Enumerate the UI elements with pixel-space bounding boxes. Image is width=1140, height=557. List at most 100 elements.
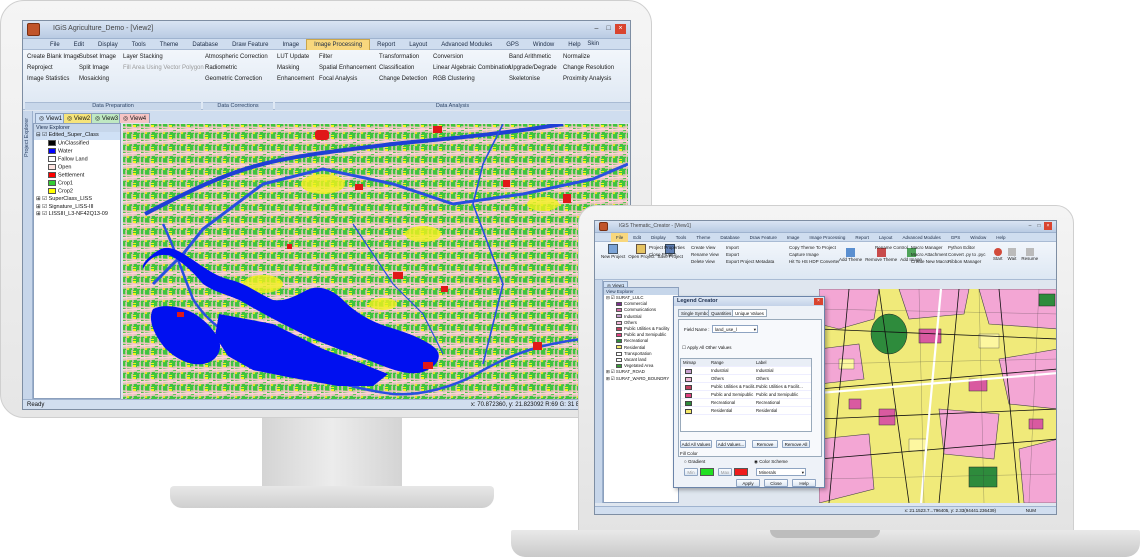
subset-image-button[interactable]: Subset Image bbox=[79, 52, 116, 63]
laptop-menu-tools[interactable]: Tools bbox=[671, 233, 692, 242]
resume-button[interactable]: Resume bbox=[1021, 248, 1038, 262]
min-color-swatch[interactable] bbox=[700, 468, 714, 476]
row-color-swatch[interactable] bbox=[685, 392, 692, 398]
layer-stacking-button[interactable]: Layer Stacking bbox=[123, 52, 204, 63]
tab-view3[interactable]: ◎ View3 bbox=[91, 113, 123, 123]
row-color-swatch[interactable] bbox=[685, 384, 692, 390]
max-color-swatch[interactable] bbox=[734, 468, 748, 476]
convert-py-button[interactable]: Convert .py to .pyc bbox=[948, 251, 986, 258]
hdp-converter-button[interactable]: Hit To HS HDP Converter bbox=[789, 258, 840, 265]
row-color-swatch[interactable] bbox=[685, 368, 692, 374]
layer-item[interactable]: ⊞ ☑ LISSIII_L3-NF42Q13-09 bbox=[34, 211, 120, 219]
delete-view-button[interactable]: Delete View bbox=[691, 258, 719, 265]
app-logo-icon[interactable] bbox=[27, 23, 40, 36]
close-icon[interactable]: × bbox=[615, 24, 626, 34]
classified-map-canvas[interactable] bbox=[123, 124, 628, 399]
laptop-menu-advanced-modules[interactable]: Advanced Modules bbox=[897, 233, 945, 242]
laptop-menu-image-processing[interactable]: Image Processing bbox=[804, 233, 850, 242]
maximize-icon[interactable]: □ bbox=[603, 24, 614, 34]
laptop-project-strip[interactable] bbox=[595, 280, 603, 503]
laptop-expand-icon[interactable]: ⊞ ☑ bbox=[606, 369, 616, 374]
macro-manager-button[interactable]: Macro Manager bbox=[911, 244, 949, 251]
add-all-values-button[interactable]: Add All Values bbox=[680, 440, 712, 448]
spatial-enhancement-button[interactable]: Spatial Enhancement bbox=[319, 63, 376, 74]
laptop-menu-layout[interactable]: Layout bbox=[874, 233, 898, 242]
rename-view-button[interactable]: Rename View bbox=[691, 251, 719, 258]
land-use-map-canvas[interactable] bbox=[819, 289, 1056, 503]
laptop-menu-draw-feature[interactable]: Draw Feature bbox=[745, 233, 782, 242]
enhancement-button[interactable]: Enhancement bbox=[277, 74, 314, 85]
laptop-menu-theme[interactable]: Theme bbox=[691, 233, 715, 242]
python-editor-button[interactable]: Python Editor bbox=[948, 244, 986, 251]
image-statistics-button[interactable]: Image Statistics bbox=[27, 74, 80, 85]
laptop-maximize-icon[interactable]: □ bbox=[1035, 222, 1043, 230]
geometric-correction-button[interactable]: Geometric Correction bbox=[205, 74, 268, 85]
min-button[interactable]: Min bbox=[684, 468, 698, 476]
close-project-button[interactable]: Close Project bbox=[649, 251, 685, 258]
filter-button[interactable]: Filter bbox=[319, 52, 376, 63]
remove-all-button[interactable]: Remove All bbox=[782, 440, 810, 448]
capture-image-button[interactable]: Capture Image bbox=[789, 251, 840, 258]
skin-label[interactable]: Skin bbox=[580, 39, 606, 50]
reproject-button[interactable]: Reproject bbox=[27, 63, 80, 74]
create-view-button[interactable]: Create View bbox=[691, 244, 719, 251]
minimize-icon[interactable]: – bbox=[591, 24, 602, 34]
lut-update-button[interactable]: LUT Update bbox=[277, 52, 314, 63]
laptop-menu-display[interactable]: Display bbox=[646, 233, 671, 242]
layer-item[interactable]: Settlement bbox=[34, 171, 120, 180]
export-metadata-button[interactable]: Export Project Metadata bbox=[726, 258, 774, 265]
laptop-menu-database[interactable]: Database bbox=[715, 233, 744, 242]
create-blank-image-button[interactable]: Create Blank Image bbox=[27, 52, 80, 63]
table-row[interactable]: Recreational Recreational bbox=[681, 399, 811, 407]
table-row[interactable]: Residential Residential bbox=[681, 407, 811, 415]
layer-item[interactable]: Water bbox=[34, 147, 120, 156]
normalize-button[interactable]: Normalize bbox=[563, 52, 614, 63]
layer-item[interactable]: Open bbox=[34, 163, 120, 172]
new-project-button[interactable]: New Project bbox=[601, 244, 625, 260]
gradient-radio[interactable]: ○ Gradient bbox=[684, 459, 705, 464]
tab-view1[interactable]: ◎ View1 bbox=[35, 113, 67, 123]
start-button[interactable]: Start bbox=[993, 248, 1003, 262]
tab-unique-values[interactable]: Unique Values bbox=[732, 309, 767, 317]
fill-area-button[interactable]: Fill Area Using Vector Polygon bbox=[123, 63, 204, 74]
upgrade-degrade-button[interactable]: Upgrade/Degrade bbox=[509, 63, 557, 74]
create-macro-button[interactable]: Create New Macro bbox=[911, 258, 949, 265]
project-explorer-strip[interactable]: Project Explorer bbox=[23, 111, 33, 399]
laptop-expand-icon[interactable]: ⊞ ☑ bbox=[606, 376, 616, 381]
rgb-clustering-button[interactable]: RGB Clustering bbox=[433, 74, 511, 85]
add-theme-button[interactable]: Add Theme bbox=[839, 248, 862, 263]
table-row[interactable]: Public and Semipublic Public and Semipubl… bbox=[681, 391, 811, 399]
apply-all-checkbox[interactable]: ☐ Apply All Other Values bbox=[682, 345, 732, 351]
conversion-button[interactable]: Conversion bbox=[433, 52, 511, 63]
tab-view4[interactable]: ◎ View4 bbox=[119, 113, 151, 123]
laptop-menu-image[interactable]: Image bbox=[782, 233, 805, 242]
macro-attachment-button[interactable]: Macro Attachment bbox=[911, 251, 949, 258]
tab-view2[interactable]: ◎ View2 bbox=[63, 113, 95, 123]
field-name-select[interactable]: land_use_l ▾ bbox=[712, 325, 758, 333]
table-row[interactable]: Industrial Industrial bbox=[681, 367, 811, 375]
apply-button[interactable]: Apply bbox=[736, 479, 760, 487]
help-button[interactable]: Help bbox=[792, 479, 816, 487]
linear-algebraic-combination-button[interactable]: Linear Algebraic Combination bbox=[433, 63, 511, 74]
focal-analysis-button[interactable]: Focal Analysis bbox=[319, 74, 376, 85]
wait-button[interactable]: Wait bbox=[1008, 248, 1016, 262]
laptop-menu-window[interactable]: Window bbox=[965, 233, 991, 242]
import-button[interactable]: Import bbox=[726, 244, 774, 251]
mosaicking-button[interactable]: Mosaicking bbox=[79, 74, 116, 85]
layer-item[interactable]: ⊞ ☑ SuperClass_LISS bbox=[34, 196, 120, 204]
close-button[interactable]: Close bbox=[764, 479, 788, 487]
remove-button[interactable]: Remove bbox=[752, 440, 778, 448]
color-scheme-select[interactable]: Minerals ▾ bbox=[756, 468, 806, 476]
tab-quantities[interactable]: Quantities bbox=[708, 309, 735, 317]
laptop-menu-help[interactable]: Help bbox=[991, 233, 1010, 242]
laptop-menu-edit[interactable]: Edit bbox=[628, 233, 646, 242]
copy-theme-button[interactable]: Copy Theme To Project bbox=[789, 244, 840, 251]
row-color-swatch[interactable] bbox=[685, 376, 692, 382]
laptop-menu-report[interactable]: Report bbox=[850, 233, 874, 242]
layer-item[interactable]: Crop2 bbox=[34, 187, 120, 196]
dialog-close-icon[interactable]: × bbox=[814, 298, 823, 305]
change-resolution-button[interactable]: Change Resolution bbox=[563, 63, 614, 74]
laptop-expand-icon[interactable]: ⊟ ☑ bbox=[606, 295, 616, 300]
skeletonise-button[interactable]: Skeletonise bbox=[509, 74, 557, 85]
change-detection-button[interactable]: Change Detection bbox=[379, 74, 427, 85]
